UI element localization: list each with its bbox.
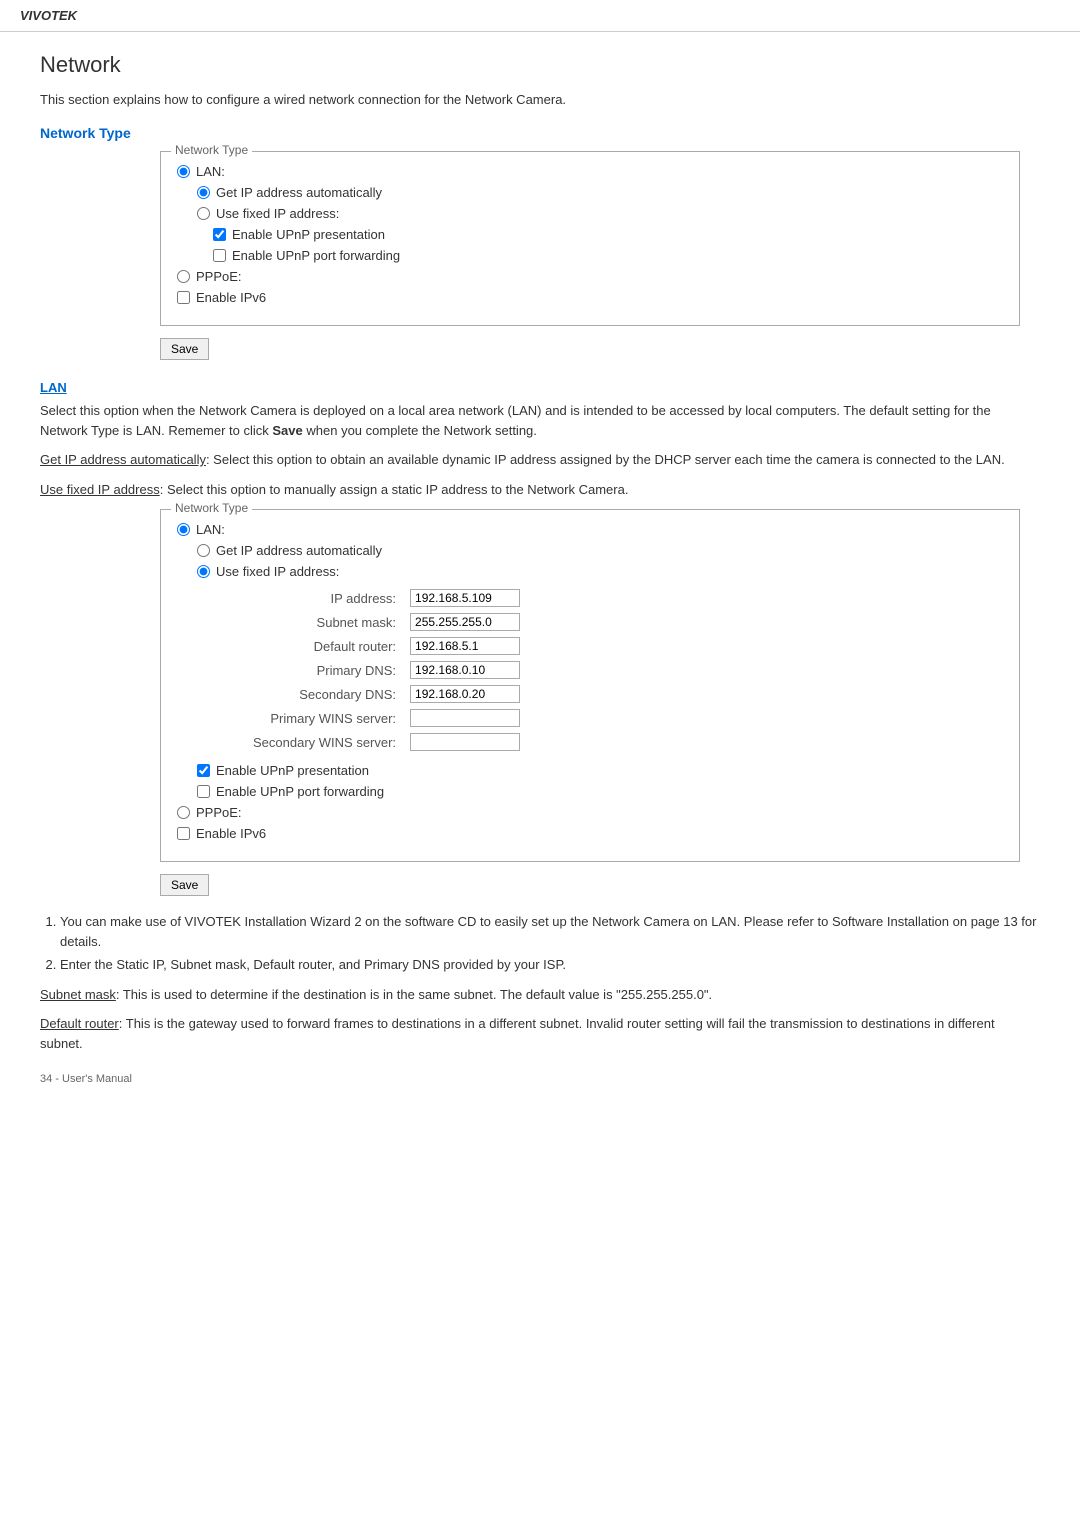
subnet-mask-link: Subnet mask <box>40 987 116 1002</box>
get-ip-auto-row: Get IP address automatically <box>197 185 1003 200</box>
intro-text: This section explains how to configure a… <box>40 92 1040 107</box>
box2-enable-upnp-port-checkbox[interactable] <box>197 785 210 798</box>
use-fixed-ip-link: Use fixed IP address <box>40 482 160 497</box>
network-type-heading: Network Type <box>40 125 1040 141</box>
pppoe-row: PPPoE: <box>177 269 1003 284</box>
main-content: Network This section explains how to con… <box>0 42 1080 1125</box>
pppoe-radio[interactable] <box>177 270 190 283</box>
default-router-row: Default router: <box>249 635 524 657</box>
primary-wins-input[interactable] <box>410 709 520 727</box>
enable-upnp-pres-label: Enable UPnP presentation <box>232 227 385 242</box>
primary-dns-row: Primary DNS: <box>249 659 524 681</box>
secondary-wins-label: Secondary WINS server: <box>249 731 404 753</box>
lan-section: LAN Select this option when the Network … <box>40 380 1040 499</box>
box2-title: Network Type <box>171 501 252 515</box>
secondary-dns-row: Secondary DNS: <box>249 683 524 705</box>
box2-enable-upnp-pres-row: Enable UPnP presentation <box>197 763 1003 778</box>
box2-enable-ipv6-checkbox[interactable] <box>177 827 190 840</box>
lan-radio[interactable] <box>177 165 190 178</box>
enable-ipv6-label: Enable IPv6 <box>196 290 266 305</box>
secondary-wins-row: Secondary WINS server: <box>249 731 524 753</box>
box2-enable-ipv6-label: Enable IPv6 <box>196 826 266 841</box>
subnet-mask-description: Subnet mask: This is used to determine i… <box>40 985 1040 1005</box>
note-item-2: Enter the Static IP, Subnet mask, Defaul… <box>60 955 1040 975</box>
box2-enable-upnp-port-label: Enable UPnP port forwarding <box>216 784 384 799</box>
lan-label: LAN: <box>196 164 225 179</box>
default-router-description: Default router: This is the gateway used… <box>40 1014 1040 1053</box>
box2-use-fixed-ip-row: Use fixed IP address: <box>197 564 1003 579</box>
secondary-dns-label: Secondary DNS: <box>249 683 404 705</box>
box2-lan-label: LAN: <box>196 522 225 537</box>
notes-list: You can make use of VIVOTEK Installation… <box>60 912 1040 975</box>
get-ip-auto-description: Get IP address automatically: Select thi… <box>40 450 1040 470</box>
box2-use-fixed-ip-label: Use fixed IP address: <box>216 564 339 579</box>
brand-logo: VIVOTEK <box>20 8 77 23</box>
box2-enable-ipv6-row: Enable IPv6 <box>177 826 1003 841</box>
ip-address-label: IP address: <box>249 587 404 609</box>
subnet-mask-label: Subnet mask: <box>249 611 404 633</box>
page-header: VIVOTEK <box>0 0 1080 32</box>
use-fixed-ip-description: Use fixed IP address: Select this option… <box>40 480 1040 500</box>
network-type-box1: Network Type LAN: Get IP address automat… <box>160 151 1020 326</box>
primary-wins-row: Primary WINS server: <box>249 707 524 729</box>
use-fixed-ip-row: Use fixed IP address: <box>197 206 1003 221</box>
ip-address-input[interactable] <box>410 589 520 607</box>
enable-upnp-port-checkbox[interactable] <box>213 249 226 262</box>
box2-enable-upnp-pres-label: Enable UPnP presentation <box>216 763 369 778</box>
get-ip-auto-link: Get IP address automatically <box>40 452 206 467</box>
enable-upnp-port-row: Enable UPnP port forwarding <box>213 248 1003 263</box>
note-item-1: You can make use of VIVOTEK Installation… <box>60 912 1040 951</box>
default-router-link: Default router <box>40 1016 119 1031</box>
lan-description: Select this option when the Network Came… <box>40 401 1040 440</box>
box2-get-ip-auto-row: Get IP address automatically <box>197 543 1003 558</box>
pppoe-label: PPPoE: <box>196 269 242 284</box>
secondary-dns-input[interactable] <box>410 685 520 703</box>
get-ip-auto-label: Get IP address automatically <box>216 185 382 200</box>
box2-pppoe-label: PPPoE: <box>196 805 242 820</box>
get-ip-auto-radio[interactable] <box>197 186 210 199</box>
box2-get-ip-auto-radio[interactable] <box>197 544 210 557</box>
save-button-1[interactable]: Save <box>160 338 209 360</box>
enable-ipv6-checkbox[interactable] <box>177 291 190 304</box>
box2-get-ip-auto-label: Get IP address automatically <box>216 543 382 558</box>
box2-enable-upnp-pres-checkbox[interactable] <box>197 764 210 777</box>
footer-text: 34 - User's Manual <box>40 1073 1040 1085</box>
fixed-ip-table: IP address: Subnet mask: Default router:… <box>247 585 526 755</box>
box2-enable-upnp-port-row: Enable UPnP port forwarding <box>197 784 1003 799</box>
secondary-wins-input[interactable] <box>410 733 520 751</box>
ip-address-row: IP address: <box>249 587 524 609</box>
enable-upnp-port-label: Enable UPnP port forwarding <box>232 248 400 263</box>
primary-wins-label: Primary WINS server: <box>249 707 404 729</box>
default-router-input[interactable] <box>410 637 520 655</box>
enable-upnp-pres-checkbox[interactable] <box>213 228 226 241</box>
subnet-mask-row: Subnet mask: <box>249 611 524 633</box>
box2-lan-radio-row: LAN: <box>177 522 1003 537</box>
page-title: Network <box>40 52 1040 78</box>
enable-upnp-pres-row: Enable UPnP presentation <box>213 227 1003 242</box>
box2-pppoe-row: PPPoE: <box>177 805 1003 820</box>
save-button-2[interactable]: Save <box>160 874 209 896</box>
enable-ipv6-row: Enable IPv6 <box>177 290 1003 305</box>
use-fixed-ip-label: Use fixed IP address: <box>216 206 339 221</box>
lan-radio-row: LAN: <box>177 164 1003 179</box>
primary-dns-input[interactable] <box>410 661 520 679</box>
network-type-box2: Network Type LAN: Get IP address automat… <box>160 509 1020 862</box>
box1-title: Network Type <box>171 143 252 157</box>
primary-dns-label: Primary DNS: <box>249 659 404 681</box>
box2-lan-radio[interactable] <box>177 523 190 536</box>
lan-heading: LAN <box>40 380 1040 395</box>
box2-use-fixed-ip-radio[interactable] <box>197 565 210 578</box>
default-router-label: Default router: <box>249 635 404 657</box>
use-fixed-ip-radio[interactable] <box>197 207 210 220</box>
box2-pppoe-radio[interactable] <box>177 806 190 819</box>
subnet-mask-input[interactable] <box>410 613 520 631</box>
